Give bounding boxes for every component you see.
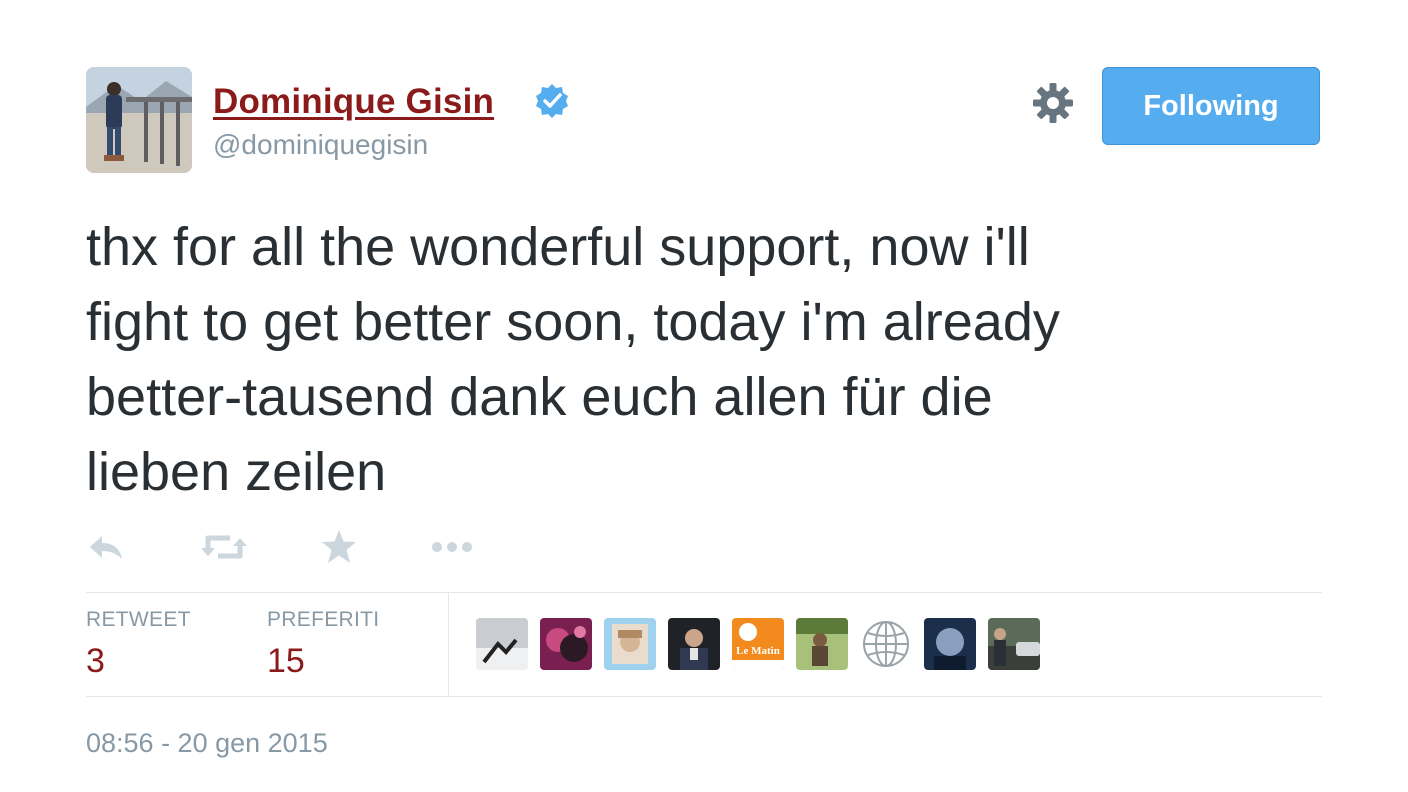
retweet-count-value: 3 [86, 642, 105, 680]
tweet-card: Dominique Gisin @dominiquegisin Followin… [0, 0, 1408, 792]
favorite-count[interactable]: PREFERITI 15 [267, 608, 379, 681]
more-icon[interactable] [430, 528, 476, 566]
lematin-logo-text: Le Matin [736, 645, 780, 657]
favoriter-avatar[interactable] [924, 618, 976, 670]
favoriter-avatar[interactable] [988, 618, 1040, 670]
favorite-count-label: PREFERITI [267, 608, 380, 631]
favorite-icon[interactable] [320, 528, 358, 566]
stats-vertical-divider [448, 593, 449, 696]
author-name[interactable]: Dominique Gisin [213, 82, 494, 122]
favoriter-avatar[interactable] [604, 618, 656, 670]
retweet-icon[interactable] [200, 528, 248, 566]
author-handle[interactable]: @dominiquegisin [213, 129, 428, 161]
globe-icon[interactable] [860, 618, 912, 670]
stats-top-divider [86, 592, 1322, 593]
retweet-count[interactable]: RETWEET 3 [86, 608, 191, 681]
favoriter-avatar[interactable] [540, 618, 592, 670]
author-avatar[interactable] [86, 67, 192, 173]
favorite-count-value: 15 [267, 642, 305, 680]
gear-icon[interactable] [1032, 82, 1074, 124]
retweet-count-label: RETWEET [86, 608, 191, 631]
tweet-text: thx for all the wonderful support, now i… [86, 217, 1060, 502]
tweet-timestamp[interactable]: 08:56 - 20 gen 2015 [86, 728, 328, 759]
favoriter-avatar[interactable] [796, 618, 848, 670]
reply-icon[interactable] [86, 528, 126, 566]
verified-badge-icon [536, 84, 568, 118]
favoriter-avatar[interactable] [668, 618, 720, 670]
stats-bottom-divider [86, 696, 1322, 697]
following-button[interactable]: Following [1102, 67, 1320, 145]
lematin-logo[interactable]: Le Matin [732, 618, 784, 670]
favoriter-avatar[interactable] [476, 618, 528, 670]
